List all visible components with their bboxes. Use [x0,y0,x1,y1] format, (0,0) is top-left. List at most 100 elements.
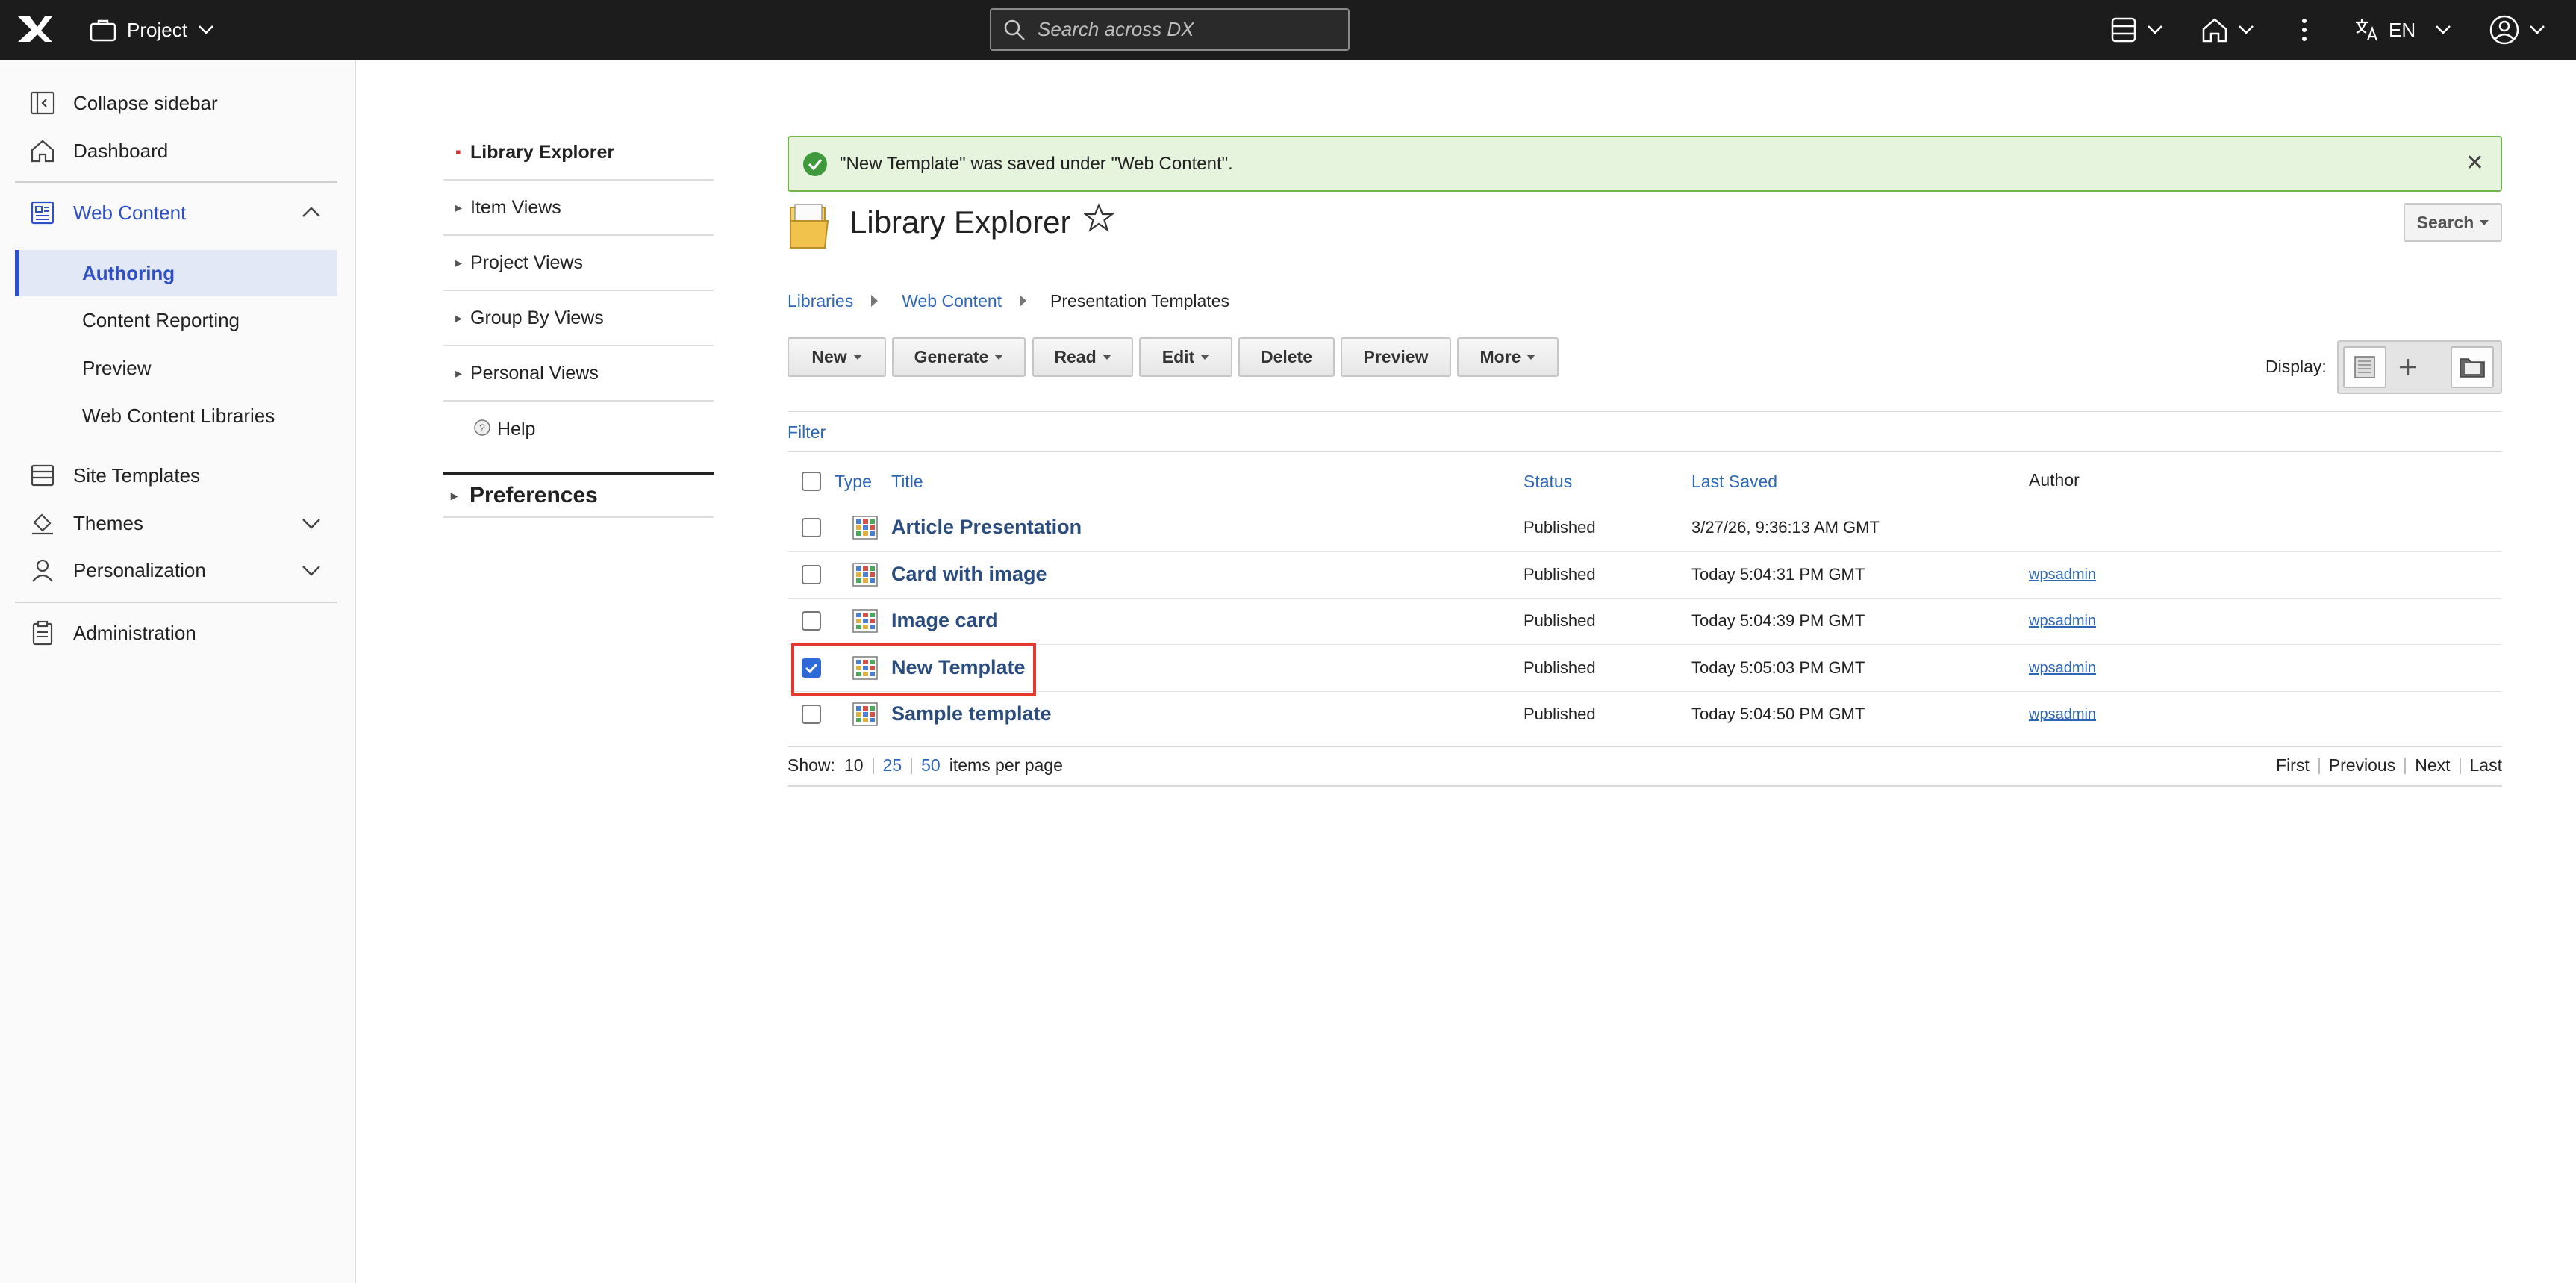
sidebar-item-label: Personalization [73,558,206,581]
row-status: Published [1524,564,1596,584]
row-status: Published [1524,658,1596,677]
sidebar-item-web-content[interactable]: Web Content [0,191,337,234]
row-last-saved: Today 5:05:03 PM GMT [1691,658,1865,677]
row-title-link[interactable]: Card with image [891,563,1047,586]
storage-icon [2111,17,2136,43]
new-button[interactable]: New [788,337,886,377]
separator [2404,757,2407,774]
nav-help[interactable]: ? Help [443,402,714,457]
add-view-button[interactable] [2386,346,2430,388]
column-type[interactable]: Type [835,472,872,492]
sidebar-item-themes[interactable]: Themes [0,502,337,545]
generate-button[interactable]: Generate [892,337,1026,377]
pagination: First Previous Next Last [2276,755,2502,775]
nav-item-views[interactable]: ▸ Item Views [443,181,714,236]
triangle-right-icon: ▸ [455,365,463,381]
read-button[interactable]: Read [1032,337,1133,377]
caret-down-icon [994,355,1004,360]
page-title: Library Explorer [849,205,1071,240]
clipboard-icon [28,619,57,647]
sidebar-item-site-templates[interactable]: Site Templates [0,454,337,497]
edit-button[interactable]: Edit [1139,337,1232,377]
row-title-link[interactable]: Sample template [891,702,1052,725]
preferences-section[interactable]: ▸ Preferences [443,472,714,518]
sidebar-item-personalization[interactable]: Personalization [0,549,337,592]
delete-button[interactable]: Delete [1238,337,1335,377]
row-divider [788,644,2502,645]
row-checkbox[interactable] [802,518,821,537]
display-label: Display: [2265,357,2327,376]
project-selector[interactable]: Project [90,15,214,45]
more-button-label: More [1479,347,1521,366]
column-title[interactable]: Title [891,472,923,492]
search-input[interactable] [1038,18,1336,41]
language-selector[interactable]: EN [2353,13,2451,46]
more-button[interactable]: More [1457,337,1559,377]
row-title-link[interactable]: Image card [891,609,998,632]
nav-library-explorer[interactable]: ▪ Library Explorer [443,125,714,181]
divider [788,746,2502,747]
preview-button[interactable]: Preview [1341,337,1451,377]
sidebar-item-dashboard[interactable]: Dashboard [0,129,337,172]
dx-logo-icon[interactable] [15,13,55,45]
chevron-down-icon[interactable] [300,512,322,534]
collapse-sidebar-icon [28,89,57,117]
row-status: Published [1524,518,1596,537]
row-author-link[interactable]: wpsadmin [2029,660,2096,677]
separator [911,757,913,774]
row-author-link[interactable]: wpsadmin [2029,706,2096,723]
row-author-link[interactable]: wpsadmin [2029,566,2096,584]
pager-last[interactable]: Last [2470,755,2502,775]
row-divider [788,690,2502,692]
sidebar-item-administration[interactable]: Administration [0,611,337,655]
row-checkbox[interactable] [802,611,821,631]
pager-next[interactable]: Next [2415,755,2450,775]
user-menu[interactable] [2489,13,2545,46]
collapse-sidebar-button[interactable]: Collapse sidebar [0,81,337,125]
row-author-link[interactable]: wpsadmin [2029,613,2096,630]
sidebar-item-label: Themes [73,511,143,534]
pager-previous[interactable]: Previous [2329,755,2395,775]
column-last-saved[interactable]: Last Saved [1691,472,1777,492]
nav-personal-views[interactable]: ▸ Personal Views [443,346,714,402]
global-search[interactable] [990,8,1350,51]
person-icon [28,556,57,584]
star-icon[interactable] [1084,203,1114,233]
pager-first[interactable]: First [2276,755,2310,775]
sidebar-divider [15,181,337,183]
chevron-up-icon[interactable] [300,202,322,224]
nav-project-views[interactable]: ▸ Project Views [443,236,714,291]
success-alert: "New Template" was saved under "Web Cont… [788,136,2502,192]
help-icon: ? [473,419,497,440]
row-checkbox[interactable] [802,564,821,584]
page-size-50[interactable]: 50 [921,755,941,775]
sidebar-subitem-web-content-libraries[interactable]: Web Content Libraries [15,393,337,439]
preview-button-label: Preview [1363,347,1429,366]
select-all-checkbox[interactable] [802,472,821,491]
breadcrumb-web-content[interactable]: Web Content [902,291,1002,311]
search-button[interactable]: Search [2404,203,2502,242]
generate-button-label: Generate [914,347,989,366]
close-icon[interactable]: ✕ [2466,152,2484,175]
row-checkbox[interactable] [802,705,821,724]
list-view-button[interactable] [2343,346,2386,388]
chevron-down-icon[interactable] [300,559,322,581]
site-templates-icon [28,461,57,490]
folder-icon [2460,358,2485,378]
triangle-right-icon: ▸ [455,255,463,270]
sites-menu[interactable] [2109,13,2163,46]
column-status[interactable]: Status [1524,472,1572,492]
page-size-25[interactable]: 25 [883,755,902,775]
filter-link[interactable]: Filter [788,422,826,443]
sidebar-item-label: Dashboard [73,139,169,162]
more-options[interactable] [2299,13,2310,46]
nav-group-by-views[interactable]: ▸ Group By Views [443,291,714,346]
folder-view-button[interactable] [2451,346,2494,388]
alert-message: "New Template" was saved under "Web Cont… [840,153,1233,174]
sidebar-subitem-authoring[interactable]: Authoring [15,250,337,296]
sidebar-subitem-preview[interactable]: Preview [15,345,337,391]
breadcrumb-libraries[interactable]: Libraries [788,291,853,311]
row-title-link[interactable]: Article Presentation [891,516,1082,539]
home-menu[interactable] [2201,13,2254,46]
sidebar-subitem-content-reporting[interactable]: Content Reporting [15,297,337,343]
